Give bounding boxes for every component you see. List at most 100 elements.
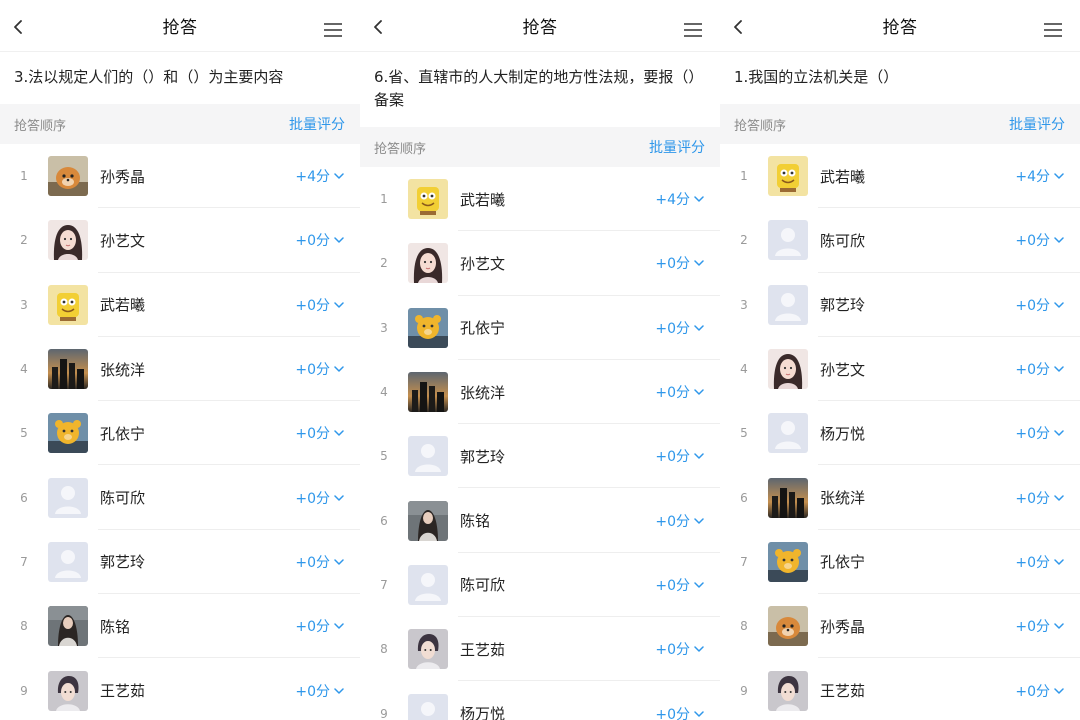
list-item: 3 武若曦 +0分: [0, 273, 360, 338]
score-dropdown[interactable]: +0分: [655, 704, 704, 720]
bulk-score-button[interactable]: 批量评分: [1009, 114, 1065, 134]
score-dropdown[interactable]: +0分: [655, 575, 704, 595]
score-dropdown[interactable]: +0分: [295, 295, 344, 315]
student-name: 孙秀晶: [820, 617, 866, 636]
score-dropdown[interactable]: +0分: [655, 253, 704, 273]
bulk-score-button[interactable]: 批量评分: [289, 114, 345, 134]
rank-number: 1: [740, 169, 748, 184]
menu-icon[interactable]: [1044, 23, 1062, 37]
chevron-down-icon: [334, 301, 344, 308]
score-value: +0分: [655, 513, 690, 530]
score-dropdown[interactable]: +0分: [655, 639, 704, 659]
menu-icon[interactable]: [684, 23, 702, 37]
student-name: 陈铭: [100, 617, 131, 636]
score-value: +0分: [655, 577, 690, 594]
score-dropdown[interactable]: +0分: [1015, 359, 1064, 379]
student-name: 孔依宁: [820, 553, 866, 572]
score-dropdown[interactable]: +0分: [1015, 230, 1064, 250]
score-value: +0分: [295, 619, 330, 636]
avatar: [768, 606, 808, 647]
student-name: 武若曦: [460, 190, 506, 209]
student-name: 王艺茹: [460, 640, 506, 659]
section-label: 抢答顺序: [14, 118, 67, 134]
rank-number: 2: [380, 256, 388, 271]
rank-number: 6: [380, 513, 388, 528]
avatar: [408, 629, 448, 670]
score-dropdown[interactable]: +0分: [1015, 295, 1064, 315]
score-dropdown[interactable]: +0分: [1015, 488, 1064, 508]
back-arrow-icon[interactable]: [12, 20, 24, 34]
score-dropdown[interactable]: +0分: [295, 552, 344, 572]
chevron-down-icon: [334, 687, 344, 694]
avatar: [768, 284, 808, 325]
answer-list: 1 孙秀晶 +4分 2 孙艺文 +0分 3 武若曦 +0分 4 张统洋 +0分 …: [0, 144, 360, 720]
page-title: 抢答: [162, 18, 198, 38]
score-dropdown[interactable]: +0分: [655, 446, 704, 466]
avatar: [48, 541, 88, 582]
score-dropdown[interactable]: +0分: [295, 681, 344, 701]
student-name: 郭艺玲: [820, 296, 866, 315]
list-item: 1 武若曦 +4分: [720, 144, 1080, 209]
score-dropdown[interactable]: +0分: [295, 423, 344, 443]
score-dropdown[interactable]: +0分: [295, 230, 344, 250]
score-dropdown[interactable]: +4分: [655, 189, 704, 209]
back-arrow-icon[interactable]: [732, 20, 744, 34]
student-name: 陈铭: [460, 512, 491, 531]
chevron-down-icon: [694, 453, 704, 460]
score-value: +0分: [1015, 619, 1050, 636]
score-value: +0分: [1015, 362, 1050, 379]
rank-number: 8: [740, 619, 748, 634]
page-title: 抢答: [882, 18, 918, 38]
score-dropdown[interactable]: +4分: [295, 166, 344, 186]
rank-number: 4: [20, 362, 28, 377]
score-dropdown[interactable]: +0分: [1015, 552, 1064, 572]
rank-number: 4: [380, 385, 388, 400]
student-name: 杨万悦: [460, 705, 506, 720]
student-name: 张统洋: [460, 383, 506, 402]
chevron-down-icon: [1054, 687, 1064, 694]
score-dropdown[interactable]: +0分: [655, 318, 704, 338]
list-item: 4 孙艺文 +0分: [720, 337, 1080, 402]
student-name: 武若曦: [820, 167, 866, 186]
list-item: 7 陈可欣 +0分: [360, 553, 720, 618]
page-title: 抢答: [522, 18, 558, 38]
student-name: 孙艺文: [460, 254, 506, 273]
avatar: [48, 284, 88, 325]
avatar: [48, 220, 88, 261]
chevron-down-icon: [1054, 366, 1064, 372]
score-dropdown[interactable]: +0分: [1015, 681, 1064, 701]
student-name: 郭艺玲: [460, 447, 506, 466]
avatar: [408, 693, 448, 720]
bulk-score-button[interactable]: 批量评分: [649, 137, 705, 157]
rank-number: 5: [380, 449, 388, 464]
score-dropdown[interactable]: +0分: [655, 382, 704, 402]
rank-number: 7: [20, 554, 28, 569]
score-dropdown[interactable]: +0分: [1015, 423, 1064, 443]
score-value: +0分: [295, 362, 330, 379]
chevron-down-icon: [694, 710, 704, 717]
rank-number: 1: [380, 192, 388, 207]
score-dropdown[interactable]: +0分: [655, 511, 704, 531]
list-item: 7 郭艺玲 +0分: [0, 530, 360, 595]
menu-icon[interactable]: [324, 23, 342, 37]
rank-number: 2: [740, 233, 748, 248]
back-arrow-icon[interactable]: [372, 20, 384, 34]
chevron-down-icon: [1054, 559, 1064, 565]
score-value: +0分: [295, 490, 330, 507]
score-dropdown[interactable]: +0分: [295, 488, 344, 508]
score-dropdown[interactable]: +0分: [1015, 616, 1064, 636]
chevron-down-icon: [694, 517, 704, 524]
score-value: +0分: [655, 256, 690, 273]
score-value: +0分: [655, 706, 690, 720]
student-name: 孔依宁: [460, 319, 506, 338]
score-dropdown[interactable]: +0分: [295, 616, 344, 636]
panel-1: 抢答 3.法以规定人们的（）和（）为主要内容 抢答顺序 批量评分 1 孙秀晶 +…: [0, 0, 360, 720]
avatar: [408, 243, 448, 284]
avatar: [48, 477, 88, 518]
score-dropdown[interactable]: +4分: [1015, 166, 1064, 186]
avatar: [768, 413, 808, 454]
avatar: [408, 500, 448, 541]
score-dropdown[interactable]: +0分: [295, 359, 344, 379]
list-item: 8 陈铭 +0分: [0, 594, 360, 659]
avatar: [768, 220, 808, 261]
